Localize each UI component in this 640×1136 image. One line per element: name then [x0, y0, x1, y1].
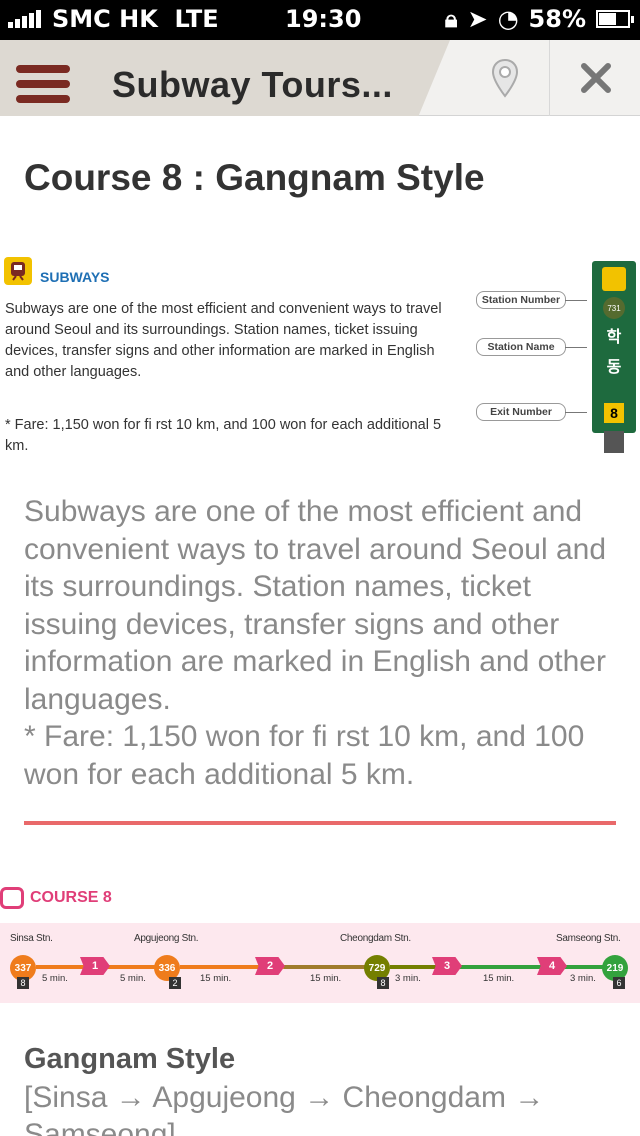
rotation-lock-icon: 🔒︎: [444, 5, 458, 33]
menu-button[interactable]: [16, 65, 70, 105]
signal-icon: [8, 10, 41, 28]
subways-text: Subways are one of the most efficient an…: [5, 301, 442, 380]
divider: [24, 821, 616, 825]
course-subtitle: Gangnam Style: [24, 1043, 236, 1075]
exit-number-badge: 6: [613, 977, 625, 989]
description-text: Subways are one of the most efficient an…: [24, 493, 624, 793]
clock: 19:30: [285, 5, 362, 33]
map-button[interactable]: [460, 40, 550, 116]
carrier-label: SMC HK LTE: [52, 5, 219, 33]
travel-time: 3 min.: [570, 973, 596, 984]
step-arrow: 2: [255, 957, 285, 975]
bus-icon: [0, 887, 24, 909]
line-segment-olive: [284, 965, 368, 969]
callout-station-number: Station Number: [476, 291, 587, 309]
callout-station-name: Station Name: [476, 338, 587, 356]
travel-time: 15 min.: [310, 973, 342, 984]
station-name: Samseong Stn.: [556, 933, 621, 944]
station-name: Cheongdam Stn.: [340, 933, 411, 944]
map-pin-icon: [491, 58, 518, 98]
course-route: [Sinsa → Apgujeong → Cheongdam → Samseon…: [24, 1081, 545, 1136]
close-icon: [580, 63, 611, 93]
battery-percent: 58%: [528, 5, 586, 33]
status-bar: SMC HK LTE 19:30 🔒︎ ➤ ◔ 58%: [0, 0, 640, 40]
callout-exit-number: Exit Number: [476, 403, 587, 421]
line-segment-green: [460, 965, 604, 969]
battery-icon: [596, 10, 634, 28]
station-name: Sinsa Stn.: [10, 933, 53, 944]
travel-time: 5 min.: [120, 973, 146, 984]
travel-time: 15 min.: [200, 973, 232, 984]
station-name: Apgujeong Stn.: [134, 933, 199, 944]
subways-heading: SUBWAYS: [40, 269, 110, 285]
close-button[interactable]: [551, 40, 640, 116]
step-arrow: 3: [432, 957, 462, 975]
description-paragraph: Subways are one of the most efficient an…: [24, 495, 607, 716]
location-arrow-icon: ➤: [467, 5, 488, 33]
hamburger-icon: [16, 65, 70, 73]
exit-number-badge: 8: [377, 977, 389, 989]
step-arrow: 4: [537, 957, 567, 975]
subway-info-image: SUBWAYS Subways are one of the most effi…: [0, 255, 640, 470]
course-header: COURSE 8: [0, 887, 112, 909]
travel-time: 3 min.: [395, 973, 421, 984]
alarm-icon: ◔: [497, 5, 519, 33]
step-arrow: 1: [80, 957, 110, 975]
route-diagram: Sinsa Stn. Apgujeong Stn. Cheongdam Stn.…: [0, 923, 640, 1003]
station-sign: 731 학 동 8: [592, 261, 636, 433]
sign-char-1: 학: [606, 329, 622, 346]
sign-pole: [604, 431, 624, 453]
description-fare: * Fare: 1,150 won for fi rst 10 km, and …: [24, 720, 585, 791]
sign-exit-number: 8: [604, 403, 624, 423]
course-label: COURSE 8: [30, 889, 112, 906]
exit-number-badge: 2: [169, 977, 181, 989]
subways-fare: * Fare: 1,150 won for fi rst 10 km, and …: [5, 417, 442, 454]
nav-bar: Subway Tours...: [0, 40, 640, 116]
train-icon: [4, 257, 32, 285]
sign-char-2: 동: [606, 359, 622, 376]
nav-title: Subway Tours...: [112, 64, 393, 105]
sign-station-number: 731: [603, 297, 625, 319]
content-area[interactable]: Course 8 : Gangnam Style SUBWAYS Subways…: [0, 117, 640, 1136]
exit-number-badge: 8: [17, 977, 29, 989]
travel-time: 5 min.: [42, 973, 68, 984]
network-label: LTE: [174, 5, 219, 33]
page-title: Course 8 : Gangnam Style: [24, 157, 485, 198]
travel-time: 15 min.: [483, 973, 515, 984]
